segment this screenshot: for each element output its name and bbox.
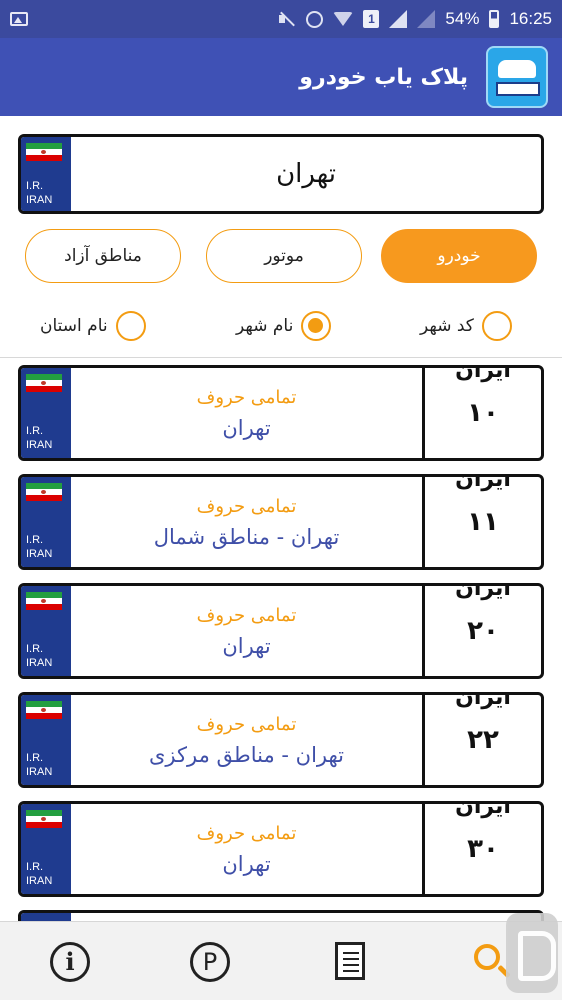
battery-icon <box>489 10 500 28</box>
wifi-icon <box>333 12 354 26</box>
status-bar: 1 54% 16:25 <box>0 0 562 38</box>
plate-country: ایران <box>455 474 511 492</box>
tab-car[interactable]: خودرو <box>381 229 537 283</box>
radio-label: کد شهر <box>420 316 474 336</box>
info-icon[interactable]: i <box>50 942 90 982</box>
plate-city: تهران <box>222 851 271 876</box>
status-icons: 1 54% 16:25 <box>278 9 552 29</box>
list-item[interactable]: I.R. IRAN تمامی حروف تهران - مناطق شمال ا… <box>18 474 544 570</box>
plate-country: ایران <box>455 365 511 383</box>
plate-code: ۳۰ <box>467 834 499 864</box>
plate-country-strip <box>21 913 71 921</box>
document-icon[interactable] <box>335 942 365 980</box>
radio-province-name[interactable]: نام استان <box>40 310 146 342</box>
radio-city-name[interactable]: نام شهر <box>236 310 332 342</box>
search-input[interactable]: تهران <box>71 137 541 211</box>
clock: 16:25 <box>509 9 552 28</box>
plate-country-label: I.R. <box>26 425 44 437</box>
plate-country-label: IRAN <box>26 548 53 560</box>
plate-country: ایران <box>455 692 511 710</box>
plate-letters: تمامی حروف <box>196 495 297 517</box>
plate-city: تهران - مناطق شمال <box>153 524 340 549</box>
radio-circle[interactable] <box>115 311 146 341</box>
plate-country-label: I.R. <box>26 534 44 546</box>
sim-slot-icon: 1 <box>363 10 380 28</box>
plate-country-strip: I.R. IRAN <box>21 137 71 211</box>
alarm-icon <box>306 10 324 28</box>
plate-country-label: I.R. <box>26 643 44 655</box>
radio-circle[interactable] <box>481 311 512 341</box>
plate-country-label: I.R. <box>26 180 44 192</box>
plate-letters: تمامی حروف <box>196 386 297 408</box>
plate-city: تهران <box>222 415 271 440</box>
plate-code: ۱۱ <box>467 507 499 537</box>
list-item[interactable]: I.R. IRAN تمامی حروف تهران ایران ۳۰ <box>18 801 544 897</box>
list-item[interactable]: I.R. IRAN تمامی حروف تهران ایران ۱۰ <box>18 365 544 461</box>
bottom-navigation: i P <box>0 921 562 1000</box>
plate-code: ۲۰ <box>467 616 499 646</box>
parking-icon[interactable]: P <box>190 942 230 982</box>
signal-icon <box>389 10 408 28</box>
plate-country-label: IRAN <box>26 875 53 887</box>
plate-country-strip: I.R. IRAN <box>21 368 71 458</box>
radio-circle[interactable] <box>301 311 332 341</box>
list-item[interactable] <box>18 910 544 921</box>
plate-country-label: IRAN <box>26 194 53 206</box>
iran-flag-icon <box>26 483 62 501</box>
iran-flag-icon <box>26 701 62 719</box>
plate-country: ایران <box>455 583 511 601</box>
plate-letters: تمامی حروف <box>196 713 297 735</box>
gallery-notification-icon <box>10 12 28 26</box>
plate-country-label: IRAN <box>26 439 53 451</box>
plate-letters: تمامی حروف <box>196 822 297 844</box>
plate-country-strip: I.R. IRAN <box>21 586 71 676</box>
plate-code: ۲۲ <box>467 725 499 755</box>
list-item[interactable]: I.R. IRAN تمامی حروف تهران - مناطق مرکزی … <box>18 692 544 788</box>
plate-city: تهران - مناطق مرکزی <box>148 742 345 767</box>
radio-label: نام شهر <box>236 316 294 336</box>
iran-flag-icon <box>26 143 62 161</box>
plate-country: ایران <box>455 801 511 819</box>
store-watermark-icon <box>506 913 558 993</box>
app-title: پلاک یاب خودرو <box>299 64 468 90</box>
iran-flag-icon <box>26 592 62 610</box>
plate-country-label: IRAN <box>26 766 53 778</box>
radio-label: نام استان <box>40 316 108 336</box>
plate-letters: تمامی حروف <box>196 604 297 626</box>
battery-percent: 54% <box>445 9 480 28</box>
tab-motorcycle[interactable]: موتور <box>206 229 362 283</box>
plate-city: تهران <box>222 633 271 658</box>
mute-icon <box>278 10 296 28</box>
plate-country-label: I.R. <box>26 861 44 873</box>
plate-country-strip: I.R. IRAN <box>21 477 71 567</box>
radio-city-code[interactable]: کد شهر <box>420 310 512 342</box>
plate-results-list[interactable]: I.R. IRAN تمامی حروف تهران ایران ۱۰ I.R. I… <box>0 358 562 921</box>
plate-country-label: I.R. <box>26 752 44 764</box>
plate-code: ۱۰ <box>467 398 499 428</box>
tab-free-zones[interactable]: مناطق آزاد <box>25 229 181 283</box>
signal-2-icon <box>417 10 436 28</box>
app-logo-icon <box>486 46 548 108</box>
search-plate-input[interactable]: I.R. IRAN تهران <box>18 134 544 214</box>
list-item[interactable]: I.R. IRAN تمامی حروف تهران ایران ۲۰ <box>18 583 544 679</box>
plate-country-label: IRAN <box>26 657 53 669</box>
iran-flag-icon <box>26 810 62 828</box>
plate-country-strip: I.R. IRAN <box>21 804 71 894</box>
iran-flag-icon <box>26 374 62 392</box>
app-bar: پلاک یاب خودرو <box>0 38 562 116</box>
plate-country-strip: I.R. IRAN <box>21 695 71 785</box>
